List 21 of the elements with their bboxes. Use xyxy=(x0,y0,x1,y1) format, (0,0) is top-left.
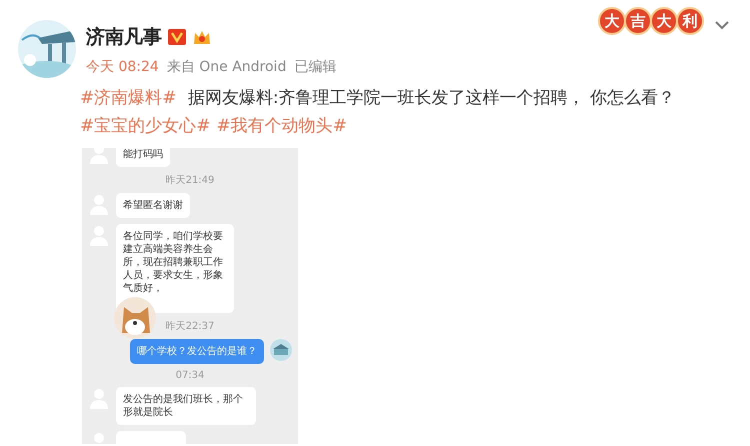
author-name[interactable]: 济南凡事 xyxy=(86,24,162,50)
hashtag-link[interactable]: #我有个动物头# xyxy=(216,116,347,136)
post-text: #济南爆料# 据网友爆料:齐鲁理工学院一班长发了这样一个招聘， 你怎么看？ #宝宝的少女心# #我有个动物头# xyxy=(80,87,676,138)
chevron-down-icon[interactable] xyxy=(714,20,730,30)
message-bubble: 发公告的是我们班长，那个形就是院长 xyxy=(116,387,256,425)
message-bubble: 能打码吗 xyxy=(116,148,170,167)
hashtag-link[interactable]: #济南爆料# xyxy=(80,88,176,108)
message-bubble: 各位同学，咱们学校要建立高端美容养生会所，现在招聘兼职工作人员，要求女生，形象气质好， xyxy=(116,224,234,313)
chat-timestamp: 07:34 xyxy=(176,370,204,381)
edited-label: 已编辑 xyxy=(294,58,336,76)
badge-coin: 吉 xyxy=(624,7,652,35)
chat-timestamp: 昨天21:49 xyxy=(166,174,214,187)
hashtag-link[interactable]: #宝宝的少女心# xyxy=(80,116,210,136)
badge-coin: 利 xyxy=(676,7,704,35)
post-time[interactable]: 今天 08:24 xyxy=(86,58,159,76)
badge-coin: 大 xyxy=(650,7,678,35)
post-source: 来自 One Android xyxy=(166,58,286,76)
message-bubble: 希望匿名谢谢 xyxy=(116,193,190,218)
badge-coin: 大 xyxy=(598,7,626,35)
chat-timestamp: 昨天22:37 xyxy=(166,320,214,333)
message-bubble: 哪个学校？发公告的是谁？ xyxy=(130,339,264,364)
